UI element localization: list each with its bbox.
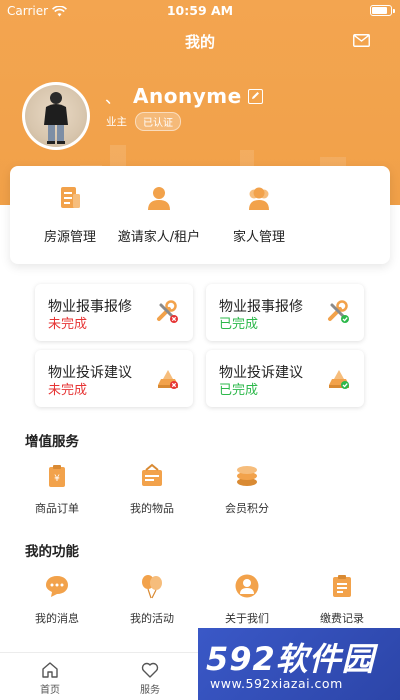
grid-item-about[interactable]: 关于我们 bbox=[212, 573, 282, 626]
status-bar: Carrier 10:59 AM bbox=[0, 0, 400, 22]
edit-icon[interactable] bbox=[247, 88, 263, 104]
grid-item-payments[interactable]: 缴费记录 bbox=[307, 573, 377, 626]
grid-item-activities[interactable]: 我的活动 bbox=[117, 573, 187, 626]
grid-item-label: 我的物品 bbox=[130, 502, 174, 515]
avatar-image bbox=[25, 85, 87, 147]
user-circle-icon bbox=[235, 574, 259, 598]
tab-home[interactable]: 首页 bbox=[20, 661, 80, 696]
grid-item-goods[interactable]: 我的物品 bbox=[117, 463, 187, 516]
complaint-icon bbox=[158, 370, 178, 389]
grid-item-label: 关于我们 bbox=[225, 612, 269, 625]
battery-icon bbox=[370, 5, 395, 16]
balloon-icon bbox=[142, 575, 162, 599]
mail-icon[interactable] bbox=[353, 34, 370, 47]
complaint-pending-card[interactable]: 物业投诉建议 未完成 bbox=[35, 350, 193, 407]
quick-action-label: 家人管理 bbox=[232, 230, 285, 245]
watermark-brand-text: 软件园 bbox=[275, 640, 375, 678]
group-icon bbox=[249, 187, 269, 210]
box-icon bbox=[142, 463, 162, 486]
name-separator: 、 bbox=[105, 88, 122, 107]
avatar-figure bbox=[44, 92, 68, 144]
home-icon bbox=[42, 662, 58, 678]
complaint-icon bbox=[329, 370, 349, 389]
watermark-brand-num: 592 bbox=[206, 640, 276, 678]
grid-item-label: 我的消息 bbox=[35, 612, 79, 625]
card-state: 未完成 bbox=[48, 317, 88, 332]
grid-item-orders[interactable]: ¥ 商品订单 bbox=[22, 463, 92, 516]
grid-item-label: 缴费记录 bbox=[320, 612, 364, 625]
watermark-logo: 592软件园 www.592xiazai.com bbox=[198, 628, 400, 700]
grid-item-points[interactable]: 会员积分 bbox=[212, 463, 282, 516]
tab-service[interactable]: 服务 bbox=[120, 661, 180, 696]
verified-badge: 已认证 bbox=[135, 112, 181, 131]
grid-item-messages[interactable]: 我的消息 bbox=[22, 573, 92, 626]
grid-item-label: 我的活动 bbox=[130, 612, 174, 625]
complaint-done-card[interactable]: 物业投诉建议 已完成 bbox=[206, 350, 364, 407]
repair-icon bbox=[157, 300, 178, 323]
repair-icon bbox=[328, 300, 349, 323]
clipboard-icon bbox=[333, 575, 351, 597]
avatar[interactable] bbox=[22, 82, 90, 150]
coins-icon bbox=[237, 466, 257, 486]
user-role: 业主 bbox=[106, 116, 127, 128]
functions-title: 我的功能 bbox=[25, 544, 79, 560]
quick-action-family[interactable]: 家人管理 bbox=[204, 184, 314, 245]
repair-pending-card[interactable]: 物业报事报修 未完成 bbox=[35, 284, 193, 341]
profile-name-row: 、 Anonyme bbox=[105, 84, 263, 108]
quick-action-invite[interactable]: 邀请家人/租户 bbox=[104, 184, 214, 245]
card-state: 已完成 bbox=[219, 317, 259, 332]
svg-text:¥: ¥ bbox=[54, 474, 60, 484]
watermark-brand: 592软件园 bbox=[206, 634, 375, 680]
clock: 10:59 AM bbox=[166, 3, 234, 18]
tab-label: 首页 bbox=[40, 685, 60, 696]
card-state: 未完成 bbox=[48, 383, 88, 398]
battery-fill bbox=[372, 7, 387, 14]
repair-done-card[interactable]: 物业报事报修 已完成 bbox=[206, 284, 364, 341]
page-title: 我的 bbox=[184, 33, 215, 51]
grid-item-label: 会员积分 bbox=[225, 502, 269, 515]
order-icon: ¥ bbox=[49, 465, 65, 487]
person-icon bbox=[148, 187, 170, 210]
quick-actions-card: 房源管理 邀请家人/租户 家人管理 bbox=[10, 166, 390, 264]
watermark-url: www.592xiazai.com bbox=[210, 676, 343, 691]
chat-icon bbox=[46, 576, 68, 597]
value-added-title: 增值服务 bbox=[25, 434, 79, 450]
username: Anonyme bbox=[133, 84, 242, 108]
document-icon bbox=[61, 187, 80, 208]
card-state: 已完成 bbox=[219, 383, 259, 398]
tab-label: 服务 bbox=[140, 685, 160, 696]
profile-role-row: 业主 已认证 bbox=[106, 112, 181, 131]
heart-icon bbox=[141, 662, 159, 678]
quick-action-label: 邀请家人/租户 bbox=[117, 230, 201, 245]
grid-item-label: 商品订单 bbox=[35, 502, 79, 515]
